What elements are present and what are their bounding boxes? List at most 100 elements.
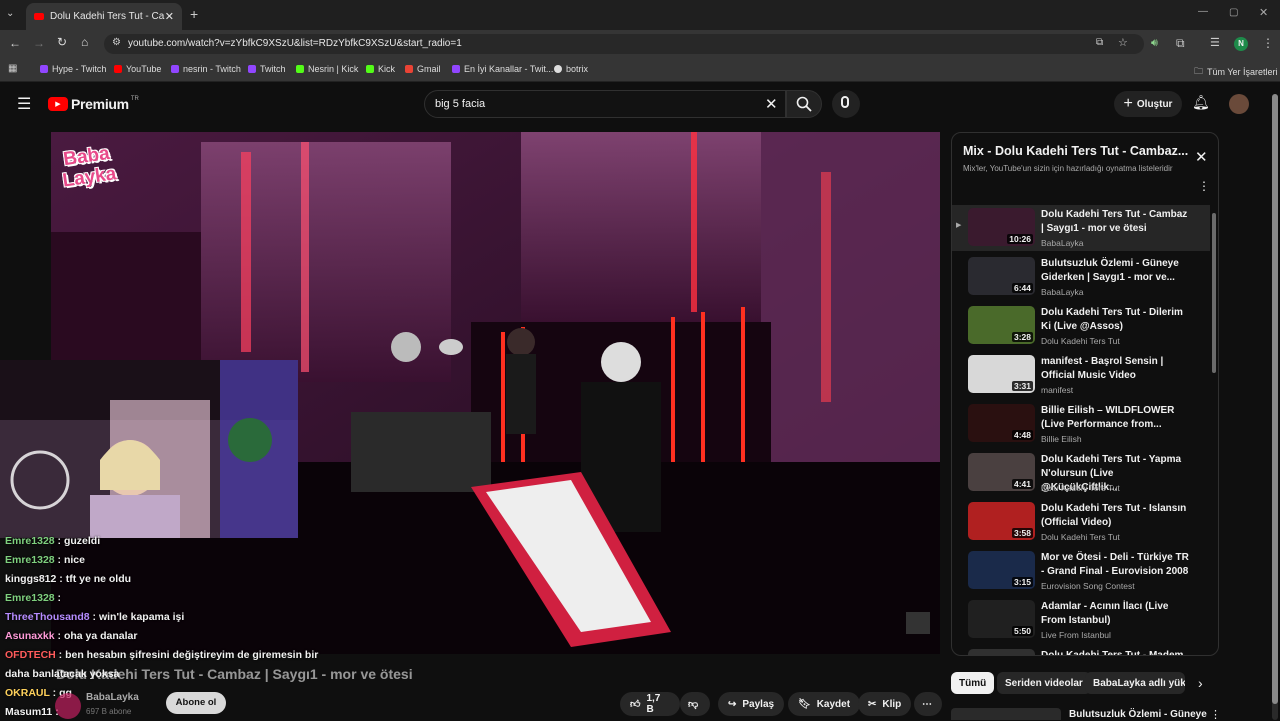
video-thumbnail[interactable]: 3:31 (968, 355, 1035, 393)
restore-icon[interactable]: ▢ (1229, 7, 1238, 18)
bookmark-en-iyi[interactable]: En İyi Kanallar - Twit... (452, 64, 553, 74)
video-thumbnail[interactable]: 3:58 (968, 502, 1035, 540)
video-title[interactable]: Mor ve Ötesi - Deli - Türkiye TR - Grand… (1041, 551, 1191, 579)
subscribe-button[interactable]: Abone ol (166, 692, 226, 714)
chip-series[interactable]: Seriden videolar (997, 672, 1091, 694)
back-icon[interactable]: ← (9, 36, 21, 50)
video-thumbnail[interactable]: 3:15 (968, 551, 1035, 589)
reading-list-icon[interactable]: ☰ (1210, 36, 1220, 49)
minimize-icon[interactable]: — (1198, 6, 1208, 17)
page-scrollbar[interactable] (1272, 94, 1278, 720)
channel-name[interactable]: BabaLayka (86, 692, 139, 703)
clip-button[interactable]: ✂ Klip (858, 692, 912, 716)
playlist-items: ▶ 10:26 Dolu Kadehi Ters Tut - Cambaz | Sa… (952, 205, 1218, 655)
reload-icon[interactable]: ↻ (57, 35, 67, 49)
video-title[interactable]: Adamlar - Acının İlacı (Live From Istanb… (1041, 600, 1191, 628)
bookmark-nesrin-twitch[interactable]: nesrin - Twitch (171, 64, 241, 74)
microphone-icon (841, 96, 849, 108)
search-button[interactable] (786, 90, 822, 118)
video-thumbnail[interactable] (968, 649, 1035, 655)
chat-line: ThreeThousand8 : win'le kapama işi (5, 611, 184, 623)
playlist-item[interactable]: 3:15 Mor ve Ötesi - Deli - Türkiye TR - G… (968, 548, 1208, 594)
video-thumbnail[interactable]: 4:41 (968, 453, 1035, 491)
search-box[interactable]: big 5 facia ✕ (424, 90, 786, 118)
bookmark-botrix[interactable]: botrix (554, 64, 588, 74)
forward-icon[interactable]: → (33, 36, 45, 50)
account-avatar[interactable] (1229, 94, 1249, 114)
video-thumbnail[interactable]: 5:50 (968, 600, 1035, 638)
video-title[interactable]: manifest - Başrol Sensin | Official Musi… (1041, 355, 1191, 383)
new-tab-icon[interactable]: + (190, 6, 198, 22)
twitch-icon (452, 65, 460, 73)
close-tab-icon[interactable]: ✕ (165, 10, 174, 23)
site-info-icon[interactable]: ⚙ (112, 37, 121, 48)
browser-menu-icon[interactable]: ⋮ (1262, 36, 1274, 50)
profile-avatar[interactable]: N (1234, 37, 1248, 51)
video-title[interactable]: Dolu Kadehi Ters Tut - Cambaz | Saygı1 -… (1041, 208, 1191, 236)
tab-menu-icon[interactable]: ⌄ (6, 8, 14, 19)
playlist-scrollbar[interactable] (1212, 213, 1216, 373)
twitch-icon (171, 65, 179, 73)
video-thumbnail[interactable]: 4:48 (968, 404, 1035, 442)
video-duration: 3:15 (1011, 577, 1033, 587)
search-input[interactable]: big 5 facia (435, 98, 485, 110)
playlist-item[interactable]: 4:48 Billie Eilish – WILDFLOWER (Live Per… (968, 401, 1208, 447)
home-icon[interactable]: ⌂ (81, 35, 88, 49)
save-button[interactable]: 🔖︎ Kaydet (788, 692, 861, 716)
apps-icon[interactable]: ▦ (8, 63, 17, 74)
bookmark-kick[interactable]: Kick (366, 64, 395, 74)
next-video-title[interactable]: Bulutsuzluk Özlemi - Güneye (1069, 709, 1207, 720)
video-thumbnail[interactable]: 10:26 (968, 208, 1035, 246)
like-button[interactable]: 👍︎ 1,7 B (620, 692, 680, 716)
bookmark-twitch[interactable]: Twitch (248, 64, 286, 74)
hamburger-menu-icon[interactable]: ☰ (17, 94, 31, 114)
dislike-button[interactable]: 👎︎ (680, 692, 710, 716)
playlist-item[interactable]: 6:44 Bulutsuzluk Özlemi - Güneye Giderken… (968, 254, 1208, 300)
bookmark-star-icon[interactable]: ☆ (1118, 36, 1128, 49)
next-video-menu-icon[interactable]: ⋮ (1210, 708, 1221, 721)
chip-channel-uploads[interactable]: BabaLayka adlı yükle (1085, 672, 1185, 694)
notifications-bell-icon[interactable]: 🔔︎ (1192, 94, 1210, 111)
browser-tab[interactable]: Dolu Kadehi Ters Tut - Cambaz ✕ (26, 3, 182, 30)
next-video-thumbnail[interactable] (951, 708, 1061, 720)
youtube-logo[interactable]: ▶ Premium TR (48, 96, 139, 112)
bookmark-hype[interactable]: Hype - Twitch (40, 64, 106, 74)
chat-message: : (57, 592, 62, 604)
close-playlist-icon[interactable]: ✕ (1195, 148, 1208, 166)
playlist-item[interactable]: ▶ 10:26 Dolu Kadehi Ters Tut - Cambaz | Sa… (952, 205, 1210, 251)
bookmark-nesrin-kick[interactable]: Nesrin | Kick (296, 64, 358, 74)
extensions-icon[interactable]: ⧉ (1176, 36, 1185, 51)
install-icon[interactable]: ⧉ (1096, 37, 1103, 48)
video-thumbnail[interactable]: 6:44 (968, 257, 1035, 295)
page-scrollbar-thumb[interactable] (1272, 94, 1278, 704)
video-title[interactable]: Dolu Kadehi Ters Tut - Dilerim Ki (Live … (1041, 306, 1191, 334)
bookmark-gmail[interactable]: Gmail (405, 64, 441, 74)
playlist-item[interactable]: 3:28 Dolu Kadehi Ters Tut - Dilerim Ki (L… (968, 303, 1208, 349)
playlist-item[interactable]: 4:41 Dolu Kadehi Ters Tut - Yapma N'olurs… (968, 450, 1208, 496)
chip-all[interactable]: Tümü (951, 672, 995, 694)
channel-avatar[interactable] (55, 693, 81, 719)
all-bookmarks[interactable]: 🗀︎ Tüm Yer İşaretleri (1194, 64, 1278, 80)
share-button[interactable]: ↪ Paylaş (718, 692, 785, 716)
playlist-menu-icon[interactable]: ⋮ (1198, 179, 1210, 193)
video-thumbnail[interactable]: 3:28 (968, 306, 1035, 344)
video-title[interactable]: Billie Eilish – WILDFLOWER (Live Perform… (1041, 404, 1191, 432)
video-title[interactable]: Dolu Kadehi Ters Tut - Islansın (Officia… (1041, 502, 1191, 530)
audio-icon[interactable]: 🔊︎ (1151, 37, 1158, 50)
clear-search-icon[interactable]: ✕ (765, 95, 778, 113)
playlist-item[interactable]: 3:31 manifest - Başrol Sensin | Official … (968, 352, 1208, 398)
bookmark-youtube[interactable]: YouTube (114, 64, 161, 74)
chips-next-icon[interactable]: › (1198, 675, 1203, 691)
playlist-item[interactable]: 3:58 Dolu Kadehi Ters Tut - Islansın (Off… (968, 499, 1208, 545)
close-window-icon[interactable]: ✕ (1259, 6, 1268, 19)
more-actions-button[interactable]: ⋯ (914, 692, 942, 716)
video-title[interactable]: Bulutsuzluk Özlemi - Güneye Giderken | S… (1041, 257, 1191, 285)
share-icon: ↪ (728, 698, 737, 710)
url-bar[interactable]: ⚙ youtube.com/watch?v=zYbfkC9XSzU&list=R… (104, 34, 1144, 54)
voice-search-button[interactable] (832, 90, 860, 118)
create-button[interactable]: + Oluştur (1114, 91, 1182, 117)
playlist-item[interactable]: 5:50 Adamlar - Acının İlacı (Live From Is… (968, 597, 1208, 643)
playlist-item[interactable]: Dolu Kadehi Ters Tut - Madem (968, 646, 1208, 655)
video-duration: 4:41 (1011, 479, 1033, 489)
video-title[interactable]: Dolu Kadehi Ters Tut - Madem (1041, 649, 1191, 655)
